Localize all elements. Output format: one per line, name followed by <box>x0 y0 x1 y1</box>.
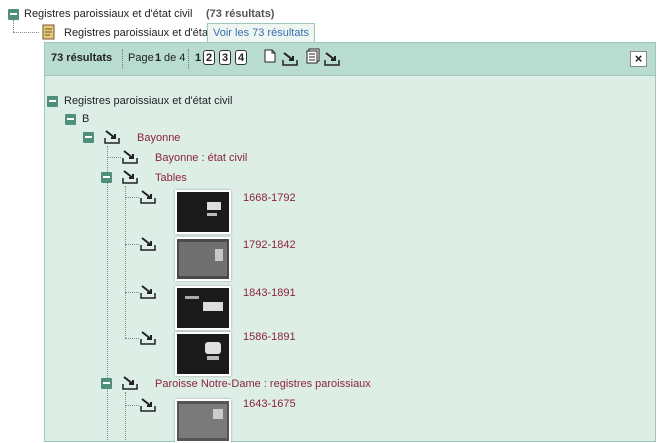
tables-arrow-icon[interactable] <box>121 169 141 185</box>
item-1-thumbnail[interactable] <box>175 190 231 234</box>
item-3-link[interactable]: 1843-1891 <box>243 287 296 299</box>
item-1-arrow-icon[interactable] <box>139 189 159 205</box>
tree-root-label[interactable]: Registres paroissiaux et d'état civil <box>64 95 232 107</box>
paroisse-item-1-thumbnail[interactable] <box>175 399 231 443</box>
page-current: 1 <box>155 52 162 64</box>
item-4-thumbnail[interactable] <box>175 332 231 376</box>
page-2-button[interactable]: 2 <box>203 50 215 65</box>
item-2-arrow-icon[interactable] <box>139 236 159 252</box>
root-count: (73 résultats) <box>206 8 275 20</box>
bayonne-arrow-icon[interactable] <box>103 129 123 145</box>
download-arrow-icon[interactable] <box>281 51 301 67</box>
paroisse-link[interactable]: Paroisse Notre-Dame : registres paroissi… <box>155 378 371 390</box>
results-count: 73 résultats <box>51 52 113 64</box>
item-4-link[interactable]: 1586-1891 <box>243 331 296 343</box>
page-word: Page <box>128 52 154 64</box>
collapse-root-tree-icon[interactable] <box>47 96 58 107</box>
pages-icon[interactable] <box>306 48 320 64</box>
paroisse-item-1-arrow-icon[interactable] <box>139 397 159 413</box>
item-2-link[interactable]: 1792-1842 <box>243 239 296 251</box>
root-label[interactable]: Registres paroissiaux et d'état civil <box>24 8 192 20</box>
item-3-thumbnail[interactable] <box>175 286 231 330</box>
etat-civil-link[interactable]: Bayonne : état civil <box>155 152 247 164</box>
page-icon[interactable] <box>264 49 276 63</box>
paroisse-arrow-icon[interactable] <box>121 375 141 391</box>
paroisse-item-1-link[interactable]: 1643-1675 <box>243 398 296 410</box>
page-1-link[interactable]: 1 <box>195 52 201 64</box>
page-3-button[interactable]: 3 <box>219 50 231 65</box>
tree-letter[interactable]: B <box>82 113 89 125</box>
item-3-arrow-icon[interactable] <box>139 284 159 300</box>
collapse-bayonne-icon[interactable] <box>83 132 94 143</box>
voir-tab-label: Voir les 73 résultats <box>213 27 309 39</box>
collapse-root-icon[interactable] <box>8 9 19 20</box>
tables-link[interactable]: Tables <box>155 172 187 184</box>
download-all-arrow-icon[interactable] <box>323 51 343 67</box>
page-of: de 4 <box>164 52 186 64</box>
close-icon: × <box>634 51 643 66</box>
tab-voir-resultats[interactable]: Voir les 73 résultats <box>207 23 315 42</box>
etat-civil-arrow-icon[interactable] <box>121 149 141 165</box>
collapse-tables-icon[interactable] <box>101 172 112 183</box>
item-4-arrow-icon[interactable] <box>139 330 159 346</box>
page-4-button[interactable]: 4 <box>235 50 247 65</box>
document-icon <box>42 24 55 40</box>
close-button[interactable]: × <box>630 51 647 67</box>
collapse-letter-icon[interactable] <box>65 114 76 125</box>
bayonne-link[interactable]: Bayonne <box>137 132 180 144</box>
item-2-thumbnail[interactable] <box>175 237 231 281</box>
toolbar: 73 résultats Page 1 de 4 1 2 3 4 × <box>45 43 655 76</box>
item-1-link[interactable]: 1668-1792 <box>243 192 296 204</box>
